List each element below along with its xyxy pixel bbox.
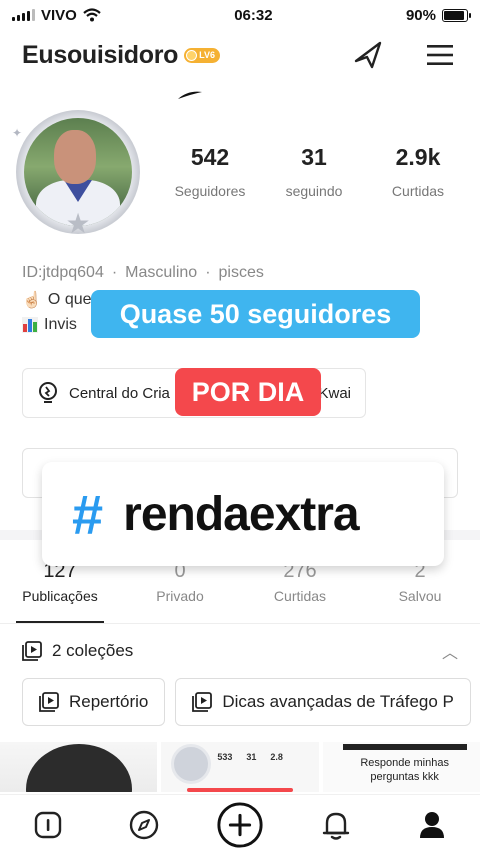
bio-line-1: ☝🏻 O que xyxy=(22,290,92,310)
sparkle-icon: ✦ xyxy=(12,126,23,140)
battery-icon xyxy=(441,8,471,22)
level-label: LV6 xyxy=(199,50,215,60)
plus-icon xyxy=(217,801,263,848)
hand-icon: ☝🏻 xyxy=(22,292,42,309)
video-thumbnail[interactable] xyxy=(0,742,158,792)
nav-create[interactable] xyxy=(216,801,264,849)
collection-repertorio[interactable]: Repertório xyxy=(22,678,166,726)
thumbnail-stat: 2.8 xyxy=(270,752,283,762)
lightbulb-icon xyxy=(39,382,57,403)
collections-header[interactable]: 2 coleções ︿ xyxy=(22,634,458,668)
bell-icon xyxy=(322,812,350,840)
wifi-icon xyxy=(83,8,101,22)
video-thumbnail[interactable]: 533 31 2.8 xyxy=(161,742,319,792)
level-icon xyxy=(186,49,198,61)
chevron-up-icon[interactable]: ︿ xyxy=(442,639,458,663)
collection-label: Dicas avançadas de Tráfego P xyxy=(222,692,454,711)
bio-line-2: Invis xyxy=(22,316,77,334)
bio-text-2: Invis xyxy=(44,316,77,333)
bottom-nav xyxy=(0,794,480,854)
profile-header: Eusouisidoro LV6 xyxy=(0,34,480,76)
chart-icon xyxy=(22,317,38,333)
thumbnail-person xyxy=(26,744,132,792)
carrier-label: VIVO xyxy=(41,6,77,24)
share-button[interactable] xyxy=(350,37,386,73)
caption-per-day: POR DIA xyxy=(175,368,321,416)
collection-icon xyxy=(22,641,42,661)
nav-profile[interactable] xyxy=(408,801,456,849)
menu-button[interactable] xyxy=(422,37,458,73)
bio-meta: ID:jtdpq604 · Masculino · pisces xyxy=(22,264,264,282)
tab-privado[interactable]: 0 Privado xyxy=(120,560,240,623)
collection-chips: Repertório Dicas avançadas de Tráfego P xyxy=(22,678,472,726)
share-icon xyxy=(354,41,382,69)
status-bar: VIVO 06:32 90% xyxy=(0,0,480,30)
collection-label: Repertório xyxy=(69,692,149,711)
stat-value: 2.9k xyxy=(395,144,441,170)
separator-dot: · xyxy=(205,264,211,281)
thumbnail-stat: 533 xyxy=(217,752,233,762)
signal-icon xyxy=(12,9,35,21)
caption-followers: Quase 50 seguidores xyxy=(91,290,420,338)
status-left: VIVO xyxy=(12,7,101,24)
thumbnail-stats: 533 31 2.8 xyxy=(217,752,283,762)
video-thumbnail[interactable]: Responde minhas perguntas kkk xyxy=(322,742,480,792)
thumbnail-topbar xyxy=(342,744,467,750)
thumbnail-stat: 31 xyxy=(246,752,257,762)
tab-label: Salvou xyxy=(398,588,442,604)
tab-salvou[interactable]: 2 Salvou xyxy=(360,560,480,623)
creator-center-label: Central do Cria xyxy=(69,384,170,402)
separator-dot: · xyxy=(111,264,118,281)
stat-label: seguindo xyxy=(285,183,343,199)
avatar-face xyxy=(54,130,96,184)
decor-swoosh xyxy=(178,91,202,99)
header-actions xyxy=(350,37,458,73)
stat-value: 542 xyxy=(190,144,230,170)
nav-notifications[interactable] xyxy=(312,801,360,849)
home-icon xyxy=(34,811,62,838)
profile-tabs: 127 Publicações 0 Privado 276 Curtidas 2… xyxy=(0,560,480,624)
battery-percent: 90% xyxy=(405,6,436,24)
user-id: ID:jtdpq604 xyxy=(22,264,104,281)
level-badge[interactable]: LV6 xyxy=(184,47,220,63)
profile-icon xyxy=(420,811,444,838)
avatar[interactable]: ✦ ★ xyxy=(12,106,144,238)
hashtag-symbol: # xyxy=(72,482,104,546)
stat-label: Seguidores xyxy=(174,183,246,199)
stat-label: Curtidas xyxy=(391,183,445,199)
hashtag-text: rendaextra xyxy=(123,487,359,541)
collection-icon xyxy=(39,692,59,712)
tab-label: Privado xyxy=(156,588,204,604)
creator-center-suffix: Kwai xyxy=(318,384,351,402)
profile-stats: 542 Seguidores 31 seguindo 2.9k Curtidas xyxy=(158,144,470,199)
star-icon: ★ xyxy=(65,208,91,239)
stat-likes[interactable]: 2.9k Curtidas xyxy=(366,144,470,199)
thumbnail-bar xyxy=(187,788,294,792)
video-grid: 533 31 2.8 Responde minhas perguntas kkk xyxy=(0,742,480,792)
tab-label: Curtidas xyxy=(273,588,327,604)
nav-home[interactable] xyxy=(24,801,72,849)
compass-icon xyxy=(129,810,159,839)
gender: Masculino xyxy=(125,264,198,281)
stat-followers[interactable]: 542 Seguidores xyxy=(158,144,262,199)
status-right: 90% xyxy=(405,6,471,24)
username: Eusouisidoro xyxy=(22,40,179,69)
hashtag-caption: # rendaextra xyxy=(42,462,444,566)
tab-curtidas[interactable]: 276 Curtidas xyxy=(240,560,360,623)
stat-following[interactable]: 31 seguindo xyxy=(262,144,366,199)
collection-icon xyxy=(192,692,213,712)
collections-title: 2 coleções xyxy=(52,641,134,660)
stat-value: 31 xyxy=(301,144,327,170)
thumbnail-avatar xyxy=(171,744,212,784)
zodiac-sign: pisces xyxy=(218,264,264,281)
battery-fill xyxy=(443,10,464,20)
collection-dicas-trafego[interactable]: Dicas avançadas de Tráfego P xyxy=(175,678,472,726)
bio-text-1: O que xyxy=(47,291,92,308)
tab-label: Publicações xyxy=(22,588,98,604)
clock: 06:32 xyxy=(234,6,273,24)
menu-icon xyxy=(427,45,453,65)
tab-publicacoes[interactable]: 127 Publicações xyxy=(0,560,120,623)
nav-discover[interactable] xyxy=(120,801,168,849)
thumbnail-text: Responde minhas perguntas kkk xyxy=(360,757,449,783)
